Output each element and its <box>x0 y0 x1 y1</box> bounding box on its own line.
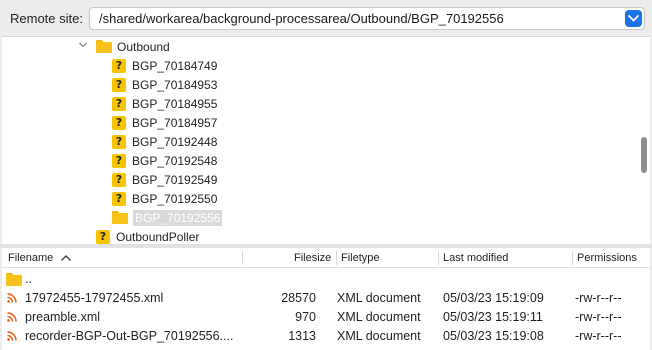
unknown-folder-icon: ? <box>112 77 126 92</box>
file-type: XML document <box>337 310 421 324</box>
rss-icon <box>7 293 17 303</box>
unknown-folder-icon: ? <box>112 153 126 168</box>
file-modified: 05/03/23 15:19:11 <box>443 310 543 324</box>
scrollbar-thumb[interactable] <box>641 137 647 173</box>
tree-item-label: BGP_70184957 <box>132 115 218 130</box>
tree-item[interactable]: ? BGP_70192548 <box>112 151 217 170</box>
remote-site-path[interactable]: /shared/workarea/background-processarea/… <box>99 11 504 26</box>
tree-item-label: BGP_70184749 <box>132 58 218 73</box>
tree-item[interactable]: ? BGP_70184953 <box>112 75 217 94</box>
column-divider[interactable] <box>336 251 337 265</box>
unknown-folder-icon: ? <box>112 58 126 73</box>
folder-icon <box>6 273 22 286</box>
file-modified: 05/03/23 15:19:09 <box>443 291 544 305</box>
chevron-down-icon[interactable] <box>625 10 642 27</box>
file-type: XML document <box>337 329 421 343</box>
chevron-down-icon[interactable] <box>78 40 88 50</box>
folder-icon <box>96 40 112 53</box>
remote-directory-tree[interactable]: Outbound ? BGP_70184749 ? BGP_70184953 ?… <box>2 36 650 244</box>
folder-icon <box>112 211 128 224</box>
tree-item-selected[interactable]: BGP_70192556 <box>112 208 223 227</box>
column-divider[interactable] <box>572 251 573 265</box>
column-header-filetype[interactable]: Filetype <box>341 252 380 264</box>
file-permissions: -rw-r--r-- <box>575 291 622 305</box>
file-size: 1313 <box>288 329 316 343</box>
tree-item[interactable]: ? BGP_70184749 <box>112 56 217 75</box>
file-row[interactable]: 17972455-17972455.xml 28570 XML document… <box>2 288 650 308</box>
unknown-folder-icon: ? <box>112 191 126 206</box>
column-divider[interactable] <box>438 251 439 265</box>
list-header: Filename Filesize Filetype Last modified… <box>2 248 650 268</box>
column-header-permissions[interactable]: Permissions <box>577 252 637 264</box>
file-name: recorder-BGP-Out-BGP_70192556.... <box>25 329 234 343</box>
tree-item-label: BGP_70192548 <box>132 153 218 168</box>
file-permissions: -rw-r--r-- <box>575 310 622 324</box>
remote-site-bar: Remote site: /shared/workarea/background… <box>0 0 652 36</box>
column-divider[interactable] <box>242 251 243 265</box>
tree-scrollbar[interactable] <box>640 37 650 244</box>
file-name: .. <box>25 272 32 286</box>
tree-item-label: BGP_70192448 <box>132 134 218 149</box>
file-size: 970 <box>295 310 316 324</box>
unknown-folder-icon: ? <box>112 172 126 187</box>
column-header-last-modified[interactable]: Last modified <box>443 252 508 264</box>
file-type: XML document <box>337 291 421 305</box>
unknown-folder-icon: ? <box>112 134 126 149</box>
tree-item-label: BGP_70192549 <box>132 172 218 187</box>
unknown-folder-icon: ? <box>112 115 126 130</box>
file-row[interactable]: recorder-BGP-Out-BGP_70192556.... 1313 X… <box>2 326 650 346</box>
tree-item-outboundpoller[interactable]: ? OutboundPoller <box>96 227 199 244</box>
file-name: 17972455-17972455.xml <box>25 291 164 305</box>
tree-item-label: BGP_70184953 <box>132 77 218 92</box>
tree-item[interactable]: ? BGP_70184955 <box>112 94 217 113</box>
tree-item[interactable]: ? BGP_70184957 <box>112 113 217 132</box>
file-row-parent-directory[interactable]: .. <box>2 269 650 289</box>
tree-item-label: BGP_70192550 <box>132 191 218 206</box>
remote-site-label: Remote site: <box>10 11 83 26</box>
file-name: preamble.xml <box>25 310 101 324</box>
tree-item-label: Outbound <box>117 39 170 54</box>
file-modified: 05/03/23 15:19:08 <box>443 329 544 343</box>
tree-item[interactable]: ? BGP_70192448 <box>112 132 217 151</box>
file-permissions: -rw-r--r-- <box>575 329 622 343</box>
tree-item-label: BGP_70184955 <box>132 96 218 111</box>
unknown-folder-icon: ? <box>112 96 126 111</box>
rss-icon <box>7 312 17 322</box>
column-header-filesize[interactable]: Filesize <box>294 252 331 264</box>
tree-item[interactable]: ? BGP_70192550 <box>112 189 217 208</box>
file-size: 28570 <box>281 291 316 305</box>
tree-item-label: OutboundPoller <box>116 229 200 244</box>
tree-item[interactable]: ? BGP_70192549 <box>112 170 217 189</box>
unknown-folder-icon: ? <box>96 229 110 244</box>
remote-site-combobox[interactable]: /shared/workarea/background-processarea/… <box>89 7 645 30</box>
remote-file-list[interactable]: Filename Filesize Filetype Last modified… <box>2 248 650 350</box>
file-row[interactable]: preamble.xml 970 XML document 05/03/23 1… <box>2 307 650 327</box>
rss-icon <box>7 331 17 341</box>
tree-item-label: BGP_70192556 <box>133 209 223 226</box>
tree-item-outbound[interactable]: Outbound <box>96 37 170 56</box>
sort-ascending-icon[interactable] <box>60 254 72 262</box>
column-header-filename[interactable]: Filename <box>8 252 53 264</box>
